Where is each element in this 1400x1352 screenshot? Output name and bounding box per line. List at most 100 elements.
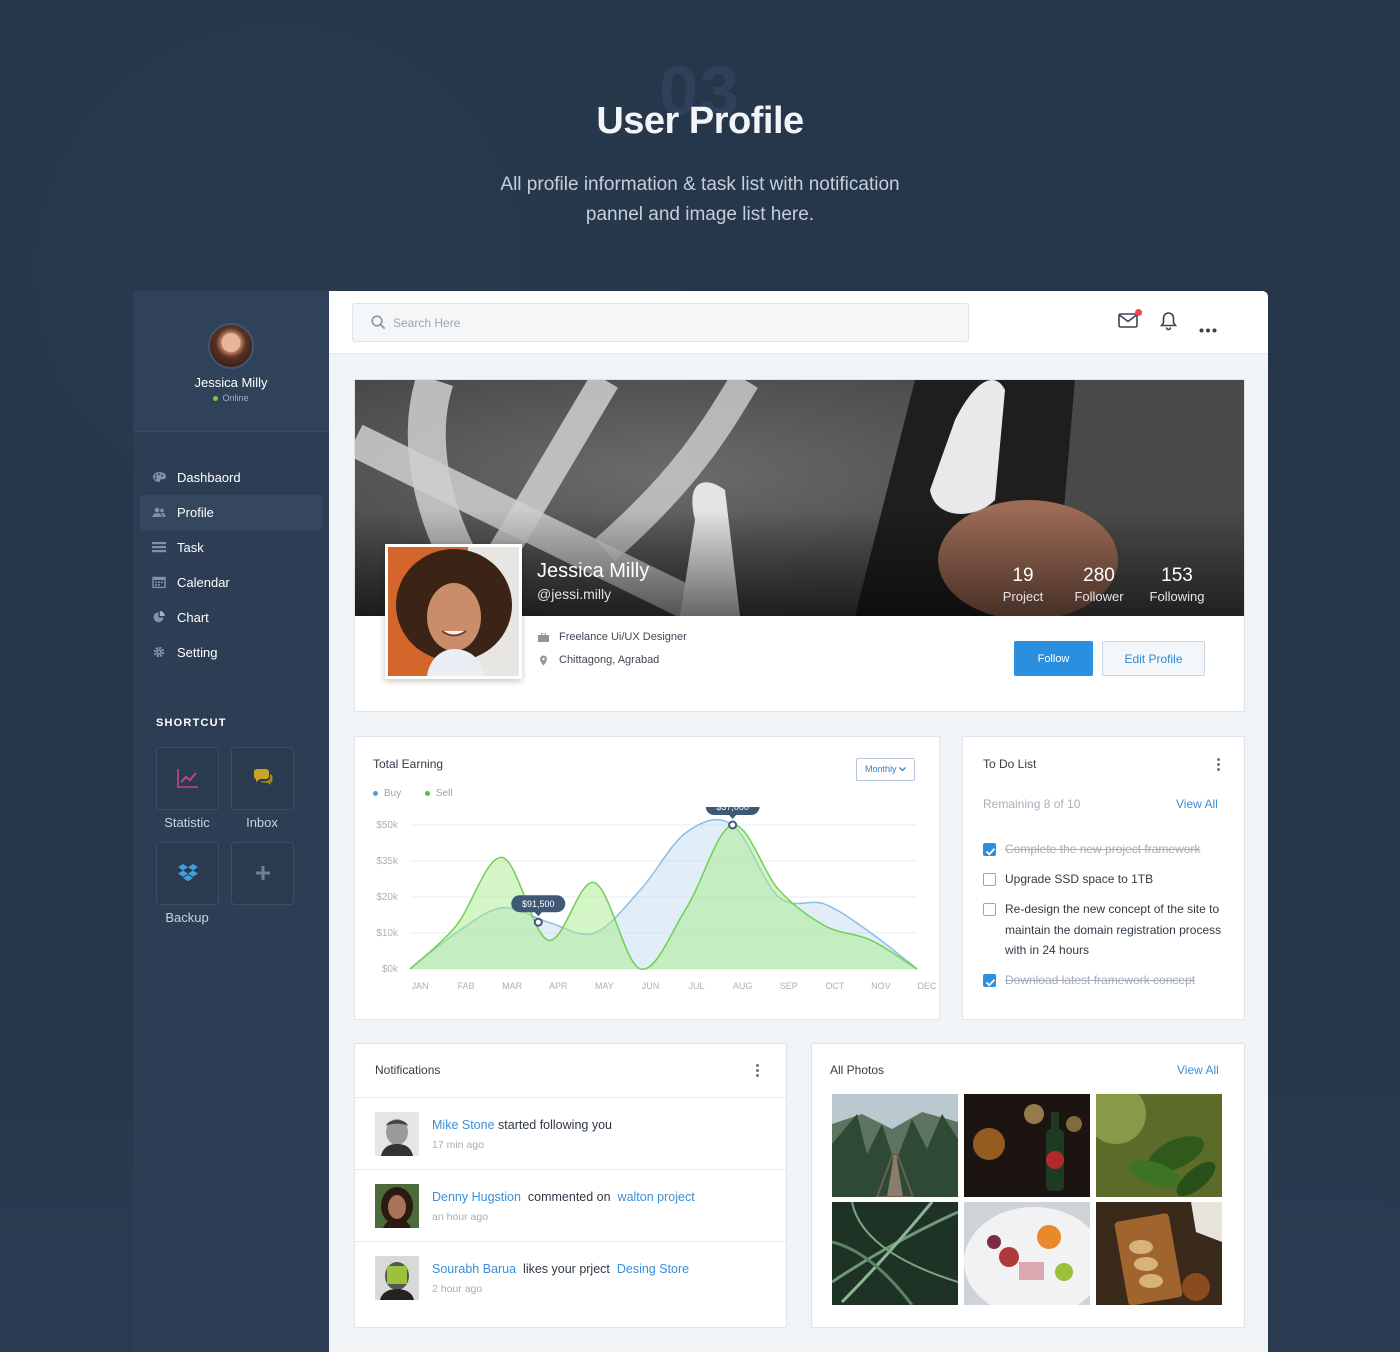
period-select[interactable]: Monthly: [856, 758, 915, 781]
card-title: Total Earning: [373, 757, 444, 771]
stat-followers[interactable]: 280 Follower: [1069, 565, 1129, 604]
sidebar-item-calendar[interactable]: Calendar: [140, 565, 322, 600]
shortcut-backup[interactable]: [156, 842, 219, 905]
profile-role: Freelance Ui/UX Designer: [538, 631, 687, 643]
annotation-point: [728, 820, 738, 830]
gear-icon: [152, 646, 166, 658]
y-tick-label: $10k: [376, 928, 399, 939]
annotation-pointer: [534, 911, 543, 917]
x-tick-label: AUG: [733, 981, 753, 991]
more-horizontal-icon: [1199, 328, 1217, 333]
more-button[interactable]: [1199, 320, 1217, 338]
notification-text: Sourabh Barua likes your prject Desing S…: [432, 1262, 689, 1276]
y-tick-label: $0k: [382, 964, 399, 975]
list-icon: [152, 541, 166, 553]
x-tick-label: OCT: [825, 981, 845, 991]
shortcut-inbox[interactable]: [231, 747, 294, 810]
notifications-card: Notifications Mike Stone started followi…: [354, 1043, 787, 1328]
photo-thumbnail[interactable]: [964, 1202, 1090, 1305]
stat-label: Follower: [1074, 589, 1124, 604]
follow-button[interactable]: Follow: [1014, 641, 1093, 676]
sidebar-item-dashboard[interactable]: Dashbaord: [140, 460, 322, 495]
shortcut-label: Statistic: [164, 815, 210, 830]
shortcut-add[interactable]: [231, 842, 294, 905]
notification-target-link[interactable]: Desing Store: [617, 1262, 689, 1276]
notification-time: 2 hour ago: [432, 1283, 483, 1295]
x-tick-label: JUN: [642, 981, 660, 991]
stat-value: 19: [1012, 565, 1034, 586]
x-tick-label: MAY: [595, 981, 614, 991]
profile-handle: @jessi.milly: [537, 586, 612, 602]
bell-icon: [1159, 312, 1178, 331]
notification-button[interactable]: [1159, 311, 1178, 336]
profile-card: Jessica Milly @jessi.milly 19 Project 28…: [354, 379, 1245, 712]
notification-user-link[interactable]: Sourabh Barua: [432, 1262, 516, 1276]
sidebar-item-profile[interactable]: Profile: [140, 495, 322, 530]
x-tick-label: APR: [549, 981, 568, 991]
notification-item[interactable]: Mike Stone started following you 17 min …: [355, 1097, 786, 1169]
sidebar: Jessica Milly Online Dashbaord Profile T…: [133, 291, 329, 1352]
notification-action: started following you: [498, 1118, 612, 1132]
check-icon: [985, 848, 996, 856]
todo-checkbox[interactable]: [983, 873, 996, 886]
todo-item: Re-design the new concept of the site to…: [983, 899, 1228, 961]
todo-text: Complete the new project framework: [1005, 842, 1201, 856]
card-title: To Do List: [983, 757, 1037, 771]
app-window: Jessica Milly Online Dashbaord Profile T…: [133, 291, 1268, 1352]
annotation-label: $37,000: [716, 807, 749, 812]
notification-user-link[interactable]: Denny Hugstion: [432, 1190, 521, 1204]
stat-projects[interactable]: 19 Project: [995, 565, 1051, 604]
photo-thumbnail[interactable]: [1096, 1202, 1222, 1305]
sidebar-item-task[interactable]: Task: [140, 530, 322, 565]
search-input[interactable]: [393, 312, 953, 334]
notification-dot: [1135, 309, 1142, 316]
x-tick-label: FAB: [458, 981, 475, 991]
x-tick-label: JAN: [411, 981, 428, 991]
mail-button[interactable]: [1118, 309, 1142, 333]
annotation-pointer: [728, 814, 737, 819]
sidebar-item-chart[interactable]: Chart: [140, 600, 322, 635]
sidebar-item-label: Chart: [177, 610, 209, 625]
notification-text: Denny Hugstion commented on walton proje…: [432, 1190, 695, 1204]
avatar[interactable]: [208, 323, 254, 369]
stat-following[interactable]: 153 Following: [1145, 565, 1209, 604]
hero-subtitle-line: All profile information & task list with…: [500, 174, 900, 195]
y-tick-label: $35k: [376, 856, 399, 867]
pie-chart-icon: [152, 611, 166, 623]
notification-action: commented on: [527, 1190, 611, 1204]
notification-item[interactable]: Denny Hugstion commented on walton proje…: [355, 1169, 786, 1241]
todo-text: Upgrade SSD space to 1TB: [1005, 872, 1154, 886]
todo-text: Re-design the new concept of the site to…: [1005, 902, 1222, 957]
todo-view-all-link[interactable]: View All: [1176, 797, 1218, 811]
stat-label: Project: [1002, 589, 1044, 604]
more-vertical-icon[interactable]: [756, 1064, 760, 1079]
y-tick-label: $50k: [376, 820, 399, 831]
photos-view-all-link[interactable]: View All: [1177, 1063, 1219, 1077]
sidebar-item-label: Calendar: [177, 575, 230, 590]
photo-thumbnail[interactable]: [832, 1094, 958, 1197]
chart-legend: Buy Sell: [373, 788, 452, 799]
photo-thumbnail[interactable]: [964, 1094, 1090, 1197]
notification-target-link[interactable]: walton project: [618, 1190, 695, 1204]
todo-checkbox[interactable]: [983, 843, 996, 856]
x-tick-label: NOV: [871, 981, 891, 991]
photo-thumbnail[interactable]: [1096, 1094, 1222, 1197]
todo-checkbox[interactable]: [983, 974, 996, 987]
more-vertical-icon[interactable]: [1217, 758, 1221, 773]
dropbox-icon: [178, 864, 198, 882]
notification-user-link[interactable]: Mike Stone: [432, 1118, 495, 1132]
chat-bubbles-icon: [254, 769, 273, 785]
todo-checkbox[interactable]: [983, 903, 996, 916]
photo-thumbnail[interactable]: [832, 1202, 958, 1305]
profile-location: Chittagong, Agrabad: [538, 654, 659, 666]
edit-profile-button[interactable]: Edit Profile: [1102, 641, 1205, 676]
online-dot-icon: [213, 396, 219, 402]
sidebar-item-setting[interactable]: Setting: [140, 635, 322, 670]
shortcut-statistic[interactable]: [156, 747, 219, 810]
annotation-point: [533, 917, 543, 927]
todo-item: Download latest framework concept: [983, 970, 1228, 991]
briefcase-icon: [538, 632, 549, 642]
notification-action: likes your prject: [523, 1262, 610, 1276]
search-icon[interactable]: [371, 315, 386, 330]
notification-item[interactable]: Sourabh Barua likes your prject Desing S…: [355, 1241, 786, 1313]
